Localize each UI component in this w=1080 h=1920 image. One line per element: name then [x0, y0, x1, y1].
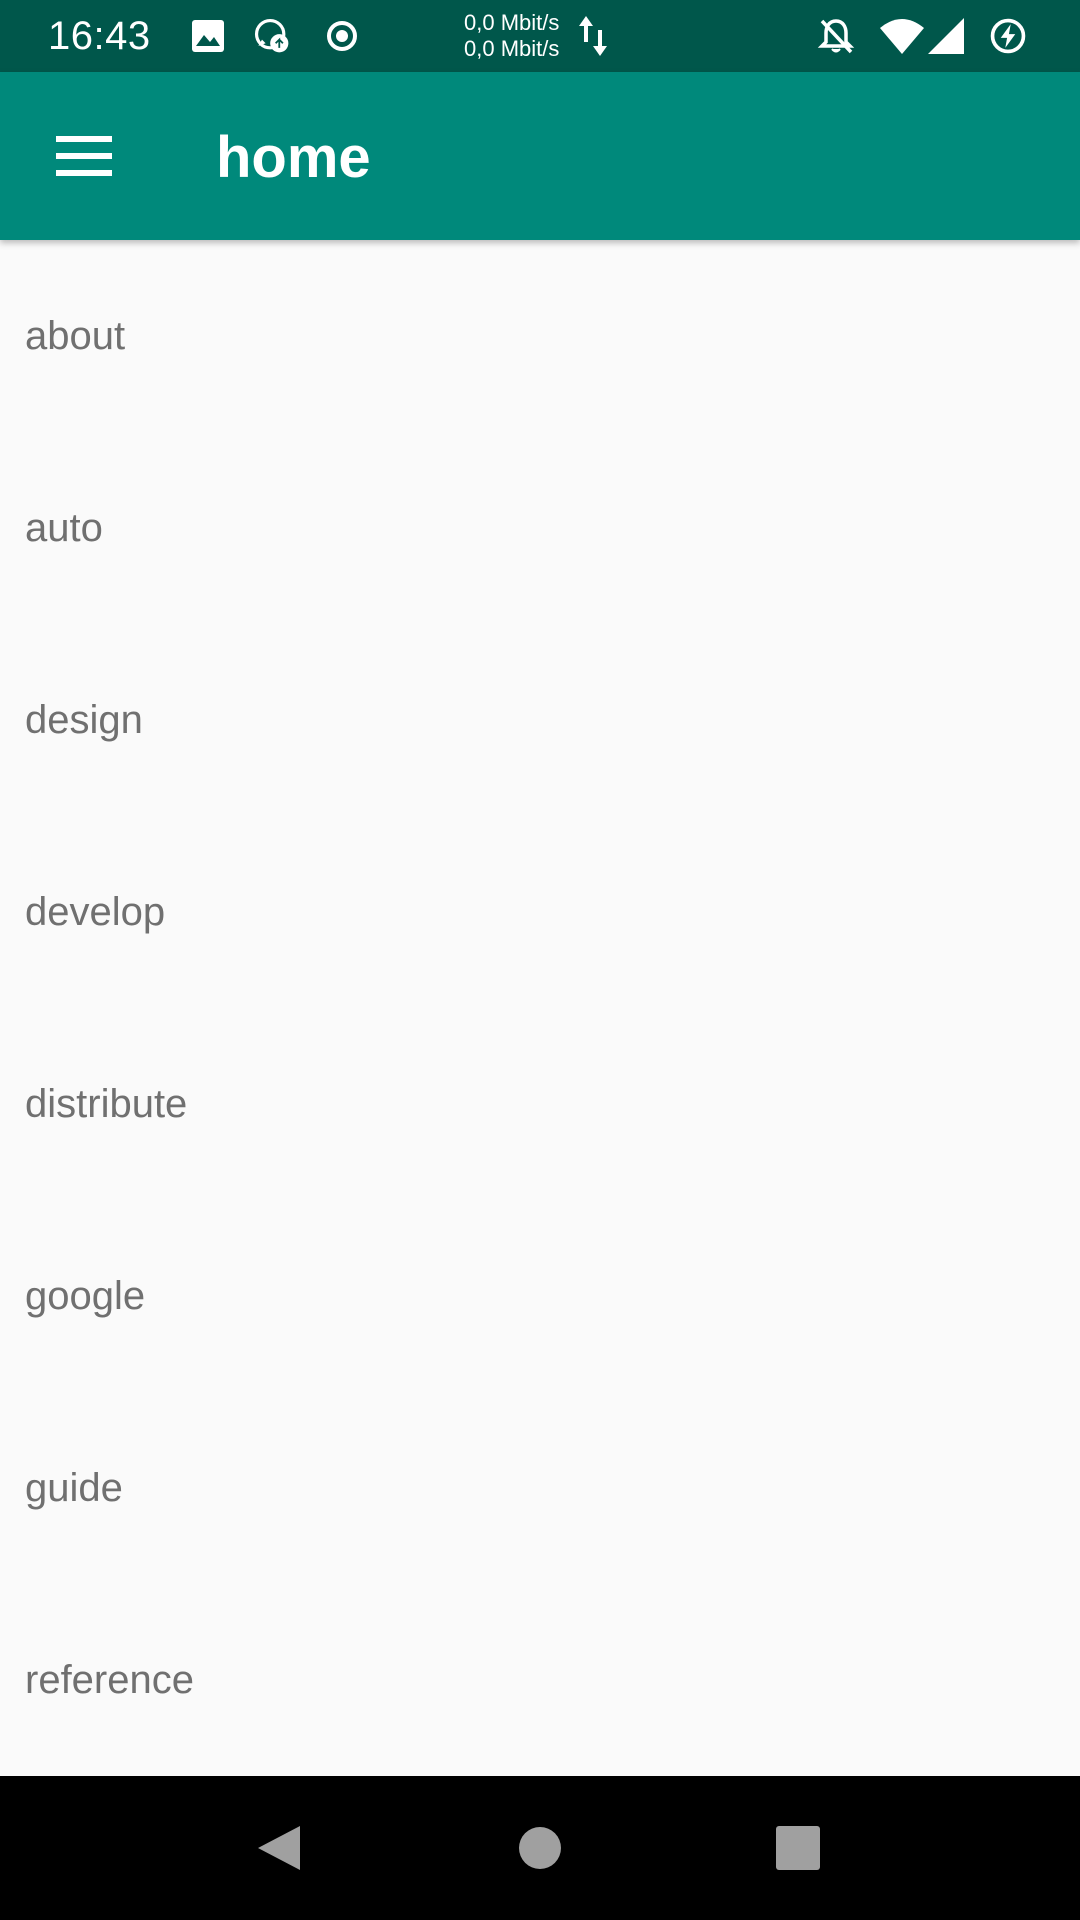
back-icon[interactable]: [232, 1800, 328, 1896]
topic-list: about auto design develop distribute goo…: [0, 240, 1080, 1776]
image-icon: [192, 20, 224, 52]
status-bar: 16:43 0,0 Mbit/s 0,0 Mbit/s: [0, 0, 1080, 72]
list-item-label: about: [25, 314, 126, 358]
wifi-icon: [880, 19, 924, 54]
list-item-label: distribute: [25, 1082, 188, 1126]
list-item-label: reference: [25, 1658, 194, 1702]
battery-charging-icon: [990, 18, 1026, 54]
list-item-label: design: [25, 698, 143, 742]
home-icon[interactable]: [492, 1800, 588, 1896]
list-item-about[interactable]: about: [0, 240, 1080, 432]
list-item-develop[interactable]: develop: [0, 816, 1080, 1008]
whatsapp-icon: [254, 18, 289, 53]
hamburger-menu-icon[interactable]: [44, 124, 124, 188]
list-item-label: develop: [25, 890, 166, 934]
status-time: 16:43: [48, 14, 151, 58]
navigation-bar: [0, 1776, 1080, 1920]
app-bar: home: [0, 72, 1080, 240]
list-item-google[interactable]: google: [0, 1200, 1080, 1392]
list-item-label: guide: [25, 1466, 123, 1510]
list-item-label: google: [25, 1274, 146, 1318]
net-speed-up: 0,0 Mbit/s: [464, 10, 560, 35]
list-item-design[interactable]: design: [0, 624, 1080, 816]
page-title: home: [216, 125, 371, 190]
list-item-guide[interactable]: guide: [0, 1392, 1080, 1584]
network-speed: 0,0 Mbit/s 0,0 Mbit/s: [464, 10, 559, 62]
list-item-distribute[interactable]: distribute: [0, 1008, 1080, 1200]
notifications-off-icon: [817, 19, 855, 54]
data-arrows-icon: [579, 16, 607, 56]
recents-icon[interactable]: [750, 1800, 846, 1896]
list-item-reference[interactable]: reference: [0, 1584, 1080, 1776]
record-icon: [327, 21, 357, 51]
signal-icon: [928, 18, 964, 54]
list-item-auto[interactable]: auto: [0, 432, 1080, 624]
list-item-label: auto: [25, 506, 103, 550]
net-speed-down: 0,0 Mbit/s: [464, 36, 560, 61]
